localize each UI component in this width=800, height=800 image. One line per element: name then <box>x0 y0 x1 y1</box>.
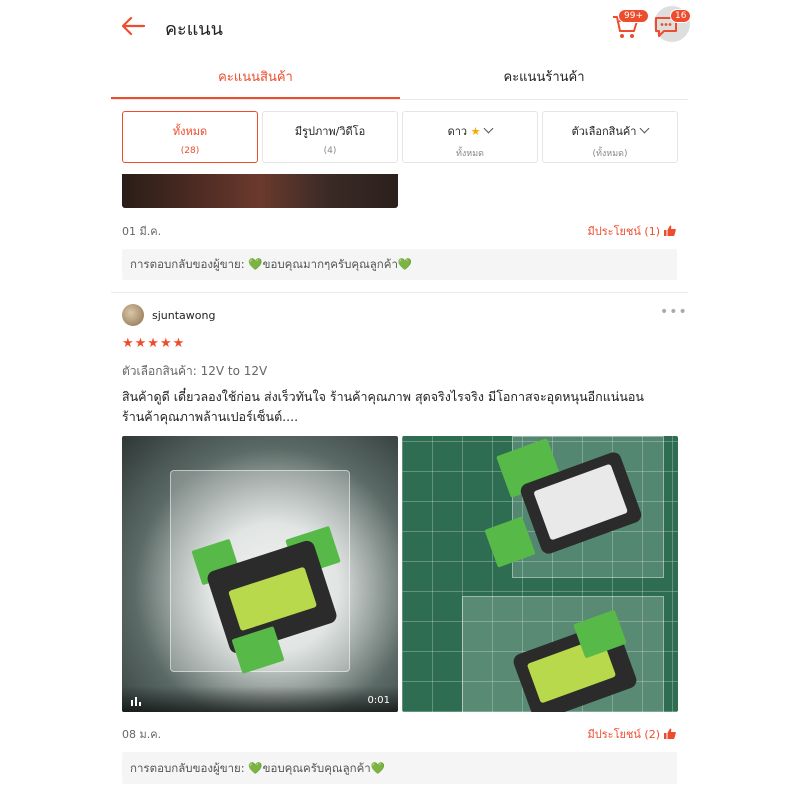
back-arrow-icon[interactable] <box>118 12 148 40</box>
filter-label: ทั้งหมด <box>172 125 208 138</box>
variant-text: ตัวเลือกสินค้า: 12V to 12V <box>122 364 268 378</box>
cart-badge: 99+ <box>618 9 649 23</box>
module-label-shape <box>533 463 629 541</box>
rating-stars: ★★★★★ <box>122 336 186 351</box>
chevron-down-icon <box>483 123 494 134</box>
tab-divider <box>111 99 688 100</box>
helpful-label: มีประโยชน์ (2) <box>587 728 660 741</box>
review-photo[interactable] <box>122 174 398 208</box>
reviewer-name: sjuntawong <box>152 309 216 322</box>
thumbs-up-icon <box>664 728 676 739</box>
tab-shop-rating[interactable]: คะแนนร้านค้า <box>400 66 688 87</box>
chevron-down-icon <box>639 123 650 134</box>
review-photo[interactable] <box>402 436 678 712</box>
module-label-shape <box>228 566 318 632</box>
filter-value: ทั้งหมด <box>455 149 485 159</box>
filter-stars[interactable]: ดาว ★ ทั้งหมด <box>402 111 538 163</box>
review-date: 08 ม.ค. <box>122 728 162 741</box>
video-bars-icon <box>131 697 141 706</box>
review-video-thumbnail[interactable]: 0:01 <box>122 436 398 712</box>
page-title: คะแนน <box>165 19 223 40</box>
video-controls-bar <box>122 686 398 712</box>
video-duration: 0:01 <box>367 695 390 706</box>
comment-line: สินค้าดูดี เดี๋ยวลองใช้ก่อน ส่งเร็วทันใจ… <box>122 389 644 404</box>
avatar <box>122 304 144 326</box>
active-tab-indicator <box>111 97 400 99</box>
filter-count: (4) <box>323 146 337 156</box>
review-comment: สินค้าดูดี เดี๋ยวลองใช้ก่อน ส่งเร็วทันใจ… <box>122 387 682 427</box>
seller-reply: การตอบกลับของผู้ขาย: 💚ขอบคุณครับคุณลูกค้… <box>122 752 677 784</box>
filter-label: ดาว <box>447 125 468 138</box>
filter-label: มีรูปภาพ/วิดีโอ <box>294 125 366 138</box>
seller-reply: การตอบกลับของผู้ขาย: 💚ขอบคุณมากๆครับคุณล… <box>122 249 677 280</box>
filter-all[interactable]: ทั้งหมด (28) <box>122 111 258 163</box>
filter-count: (28) <box>180 146 200 156</box>
chat-badge: 16 <box>670 9 692 23</box>
helpful-label: มีประโยชน์ (1) <box>587 225 660 238</box>
review-date: 01 มี.ค. <box>122 225 162 238</box>
helpful-button[interactable]: มีประโยชน์ (1) <box>588 222 676 240</box>
filter-value: (ทั้งหมด) <box>592 149 628 159</box>
thumbs-up-icon <box>664 225 676 236</box>
filter-variant[interactable]: ตัวเลือกสินค้า (ทั้งหมด) <box>542 111 678 163</box>
filter-with-media[interactable]: มีรูปภาพ/วิดีโอ (4) <box>262 111 398 163</box>
filter-label: ตัวเลือกสินค้า <box>571 125 637 138</box>
star-icon: ★ <box>470 125 481 138</box>
more-options-icon[interactable]: ••• <box>660 304 688 320</box>
review-divider <box>111 292 688 293</box>
tab-product-rating[interactable]: คะแนนสินค้า <box>111 66 400 87</box>
comment-line: ร้านค้าคุณภาพล้านเปอร์เซ็นต์.... <box>122 409 299 424</box>
helpful-button[interactable]: มีประโยชน์ (2) <box>588 725 676 743</box>
